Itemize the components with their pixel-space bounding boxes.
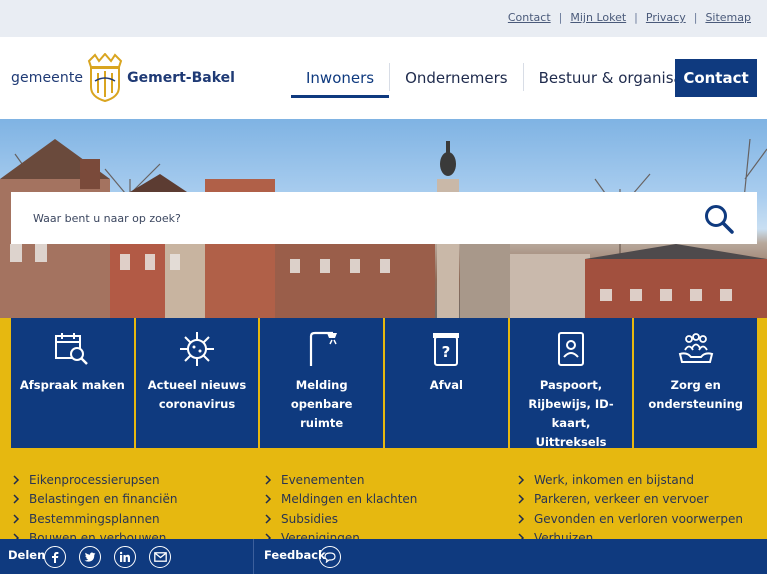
linkedin-icon[interactable] [114,546,136,568]
utility-bar: Contact | Mijn Loket | Privacy | Sitemap [0,0,767,37]
chevron-right-icon [13,475,20,485]
twitter-glyph [84,552,96,562]
list-item-label: Meldingen en klachten [281,492,418,507]
chevron-right-icon [518,494,525,504]
search-icon[interactable] [703,203,735,235]
list-item-label: Evenementen [281,472,365,487]
utility-link-mijn-loket[interactable]: Mijn Loket [570,11,626,24]
logo-name: Gemert-Bakel [127,70,235,86]
list-item[interactable]: Bestemmingsplannen [11,509,177,529]
list-item-label: Belastingen en financiën [29,492,178,507]
linkedin-glyph [119,551,130,562]
tile-actueel-nieuws-coronavirus[interactable]: Actueel nieuws coronavirus [135,318,259,448]
list-item-label: Subsidies [281,511,339,526]
bar-divider [253,539,254,574]
list-item[interactable]: Meldingen en klachten [263,490,417,510]
separator: | [558,11,563,24]
chevron-right-icon [265,475,272,485]
list-item-label: Eikenprocessierupsen [29,472,160,487]
chevron-right-icon [13,514,20,524]
tile-paspoort-rijbewijs[interactable]: Paspoort, Rijbewijs, ID-kaart, Uittrekse… [509,318,633,449]
task-tiles: Afspraak maken Actueel nieuws coronaviru… [11,318,758,449]
logo-prefix: gemeente [11,70,84,86]
separator: | [634,11,638,24]
chevron-right-icon [265,494,272,504]
crest-icon [87,53,123,103]
feedback-label[interactable]: Feedback [264,548,326,562]
tile-label: Afval [429,378,463,392]
envelope-glyph [153,552,167,562]
list-item-label: Bestemmingsplannen [29,511,160,526]
utility-link-sitemap[interactable]: Sitemap [705,11,751,24]
tile-label: Melding openbare ruimte [290,378,353,430]
list-item[interactable]: Subsidies [263,509,417,529]
twitter-icon[interactable] [79,546,101,568]
tile-afspraak-maken[interactable]: Afspraak maken [11,318,134,448]
nav-item-ondernemers[interactable]: Ondernemers [390,61,523,97]
contact-button[interactable]: Contact [675,59,757,97]
tile-zorg-en-ondersteuning[interactable]: Zorg en ondersteuning [634,318,758,448]
tile-label: Zorg en ondersteuning [648,378,744,411]
tile-afval[interactable]: ? Afval [385,318,508,448]
share-label: Delen [8,548,46,562]
chat-bubble-glyph [324,551,336,563]
utility-links: Contact | Mijn Loket | Privacy | Sitemap [508,11,751,24]
topic-column: Eikenprocessierupsen Belastingen en fina… [11,470,177,548]
email-icon[interactable] [149,546,171,568]
search-input[interactable] [33,206,673,230]
list-item[interactable]: Belastingen en financiën [11,490,177,510]
utility-link-privacy[interactable]: Privacy [646,11,686,24]
care-hands-icon [678,333,713,363]
svg-text:?: ? [442,343,451,361]
virus-icon [180,332,214,366]
list-item[interactable]: Parkeren, verkeer en vervoer [516,490,743,510]
topic-column: Evenementen Meldingen en klachten Subsid… [263,470,417,548]
share-feedback-bar: Delen Feedback [0,539,767,574]
search-bar [11,192,757,244]
list-item-label: Gevonden en verloren voorwerpen [534,511,743,526]
streetlight-icon [309,331,337,366]
main-nav: Inwoners Ondernemers Bestuur & organisat… [291,61,717,98]
list-item-label: Parkeren, verkeer en vervoer [534,492,709,507]
site-header: gemeente Gemert-Bakel Inwoners Onderneme… [0,37,767,119]
list-item[interactable]: Werk, inkomen en bijstand [516,470,743,490]
facebook-glyph [52,552,59,563]
calendar-search-icon [55,333,89,365]
list-item[interactable]: Evenementen [263,470,417,490]
tile-melding-openbare-ruimte[interactable]: Melding openbare ruimte [260,318,384,448]
id-card-icon [558,332,585,366]
separator: | [693,11,698,24]
chevron-right-icon [518,475,525,485]
topic-column: Werk, inkomen en bijstand Parkeren, verk… [516,470,743,548]
tile-label: Paspoort, Rijbewijs, ID-kaart, Uittrekse… [528,378,614,449]
list-item[interactable]: Eikenprocessierupsen [11,470,177,490]
site-logo[interactable]: gemeente Gemert-Bakel [11,53,235,103]
chevron-right-icon [518,514,525,524]
chat-bubble-icon[interactable] [319,546,341,568]
chevron-right-icon [13,494,20,504]
utility-link-contact[interactable]: Contact [508,11,551,24]
list-item-label: Werk, inkomen en bijstand [534,472,694,487]
facebook-icon[interactable] [44,546,66,568]
nav-item-inwoners[interactable]: Inwoners [291,61,390,98]
chevron-right-icon [265,514,272,524]
tile-label: Afspraak maken [19,378,125,392]
tile-label: Actueel nieuws coronavirus [147,378,247,411]
waste-bin-icon: ? [433,333,460,366]
list-item[interactable]: Gevonden en verloren voorwerpen [516,509,743,529]
